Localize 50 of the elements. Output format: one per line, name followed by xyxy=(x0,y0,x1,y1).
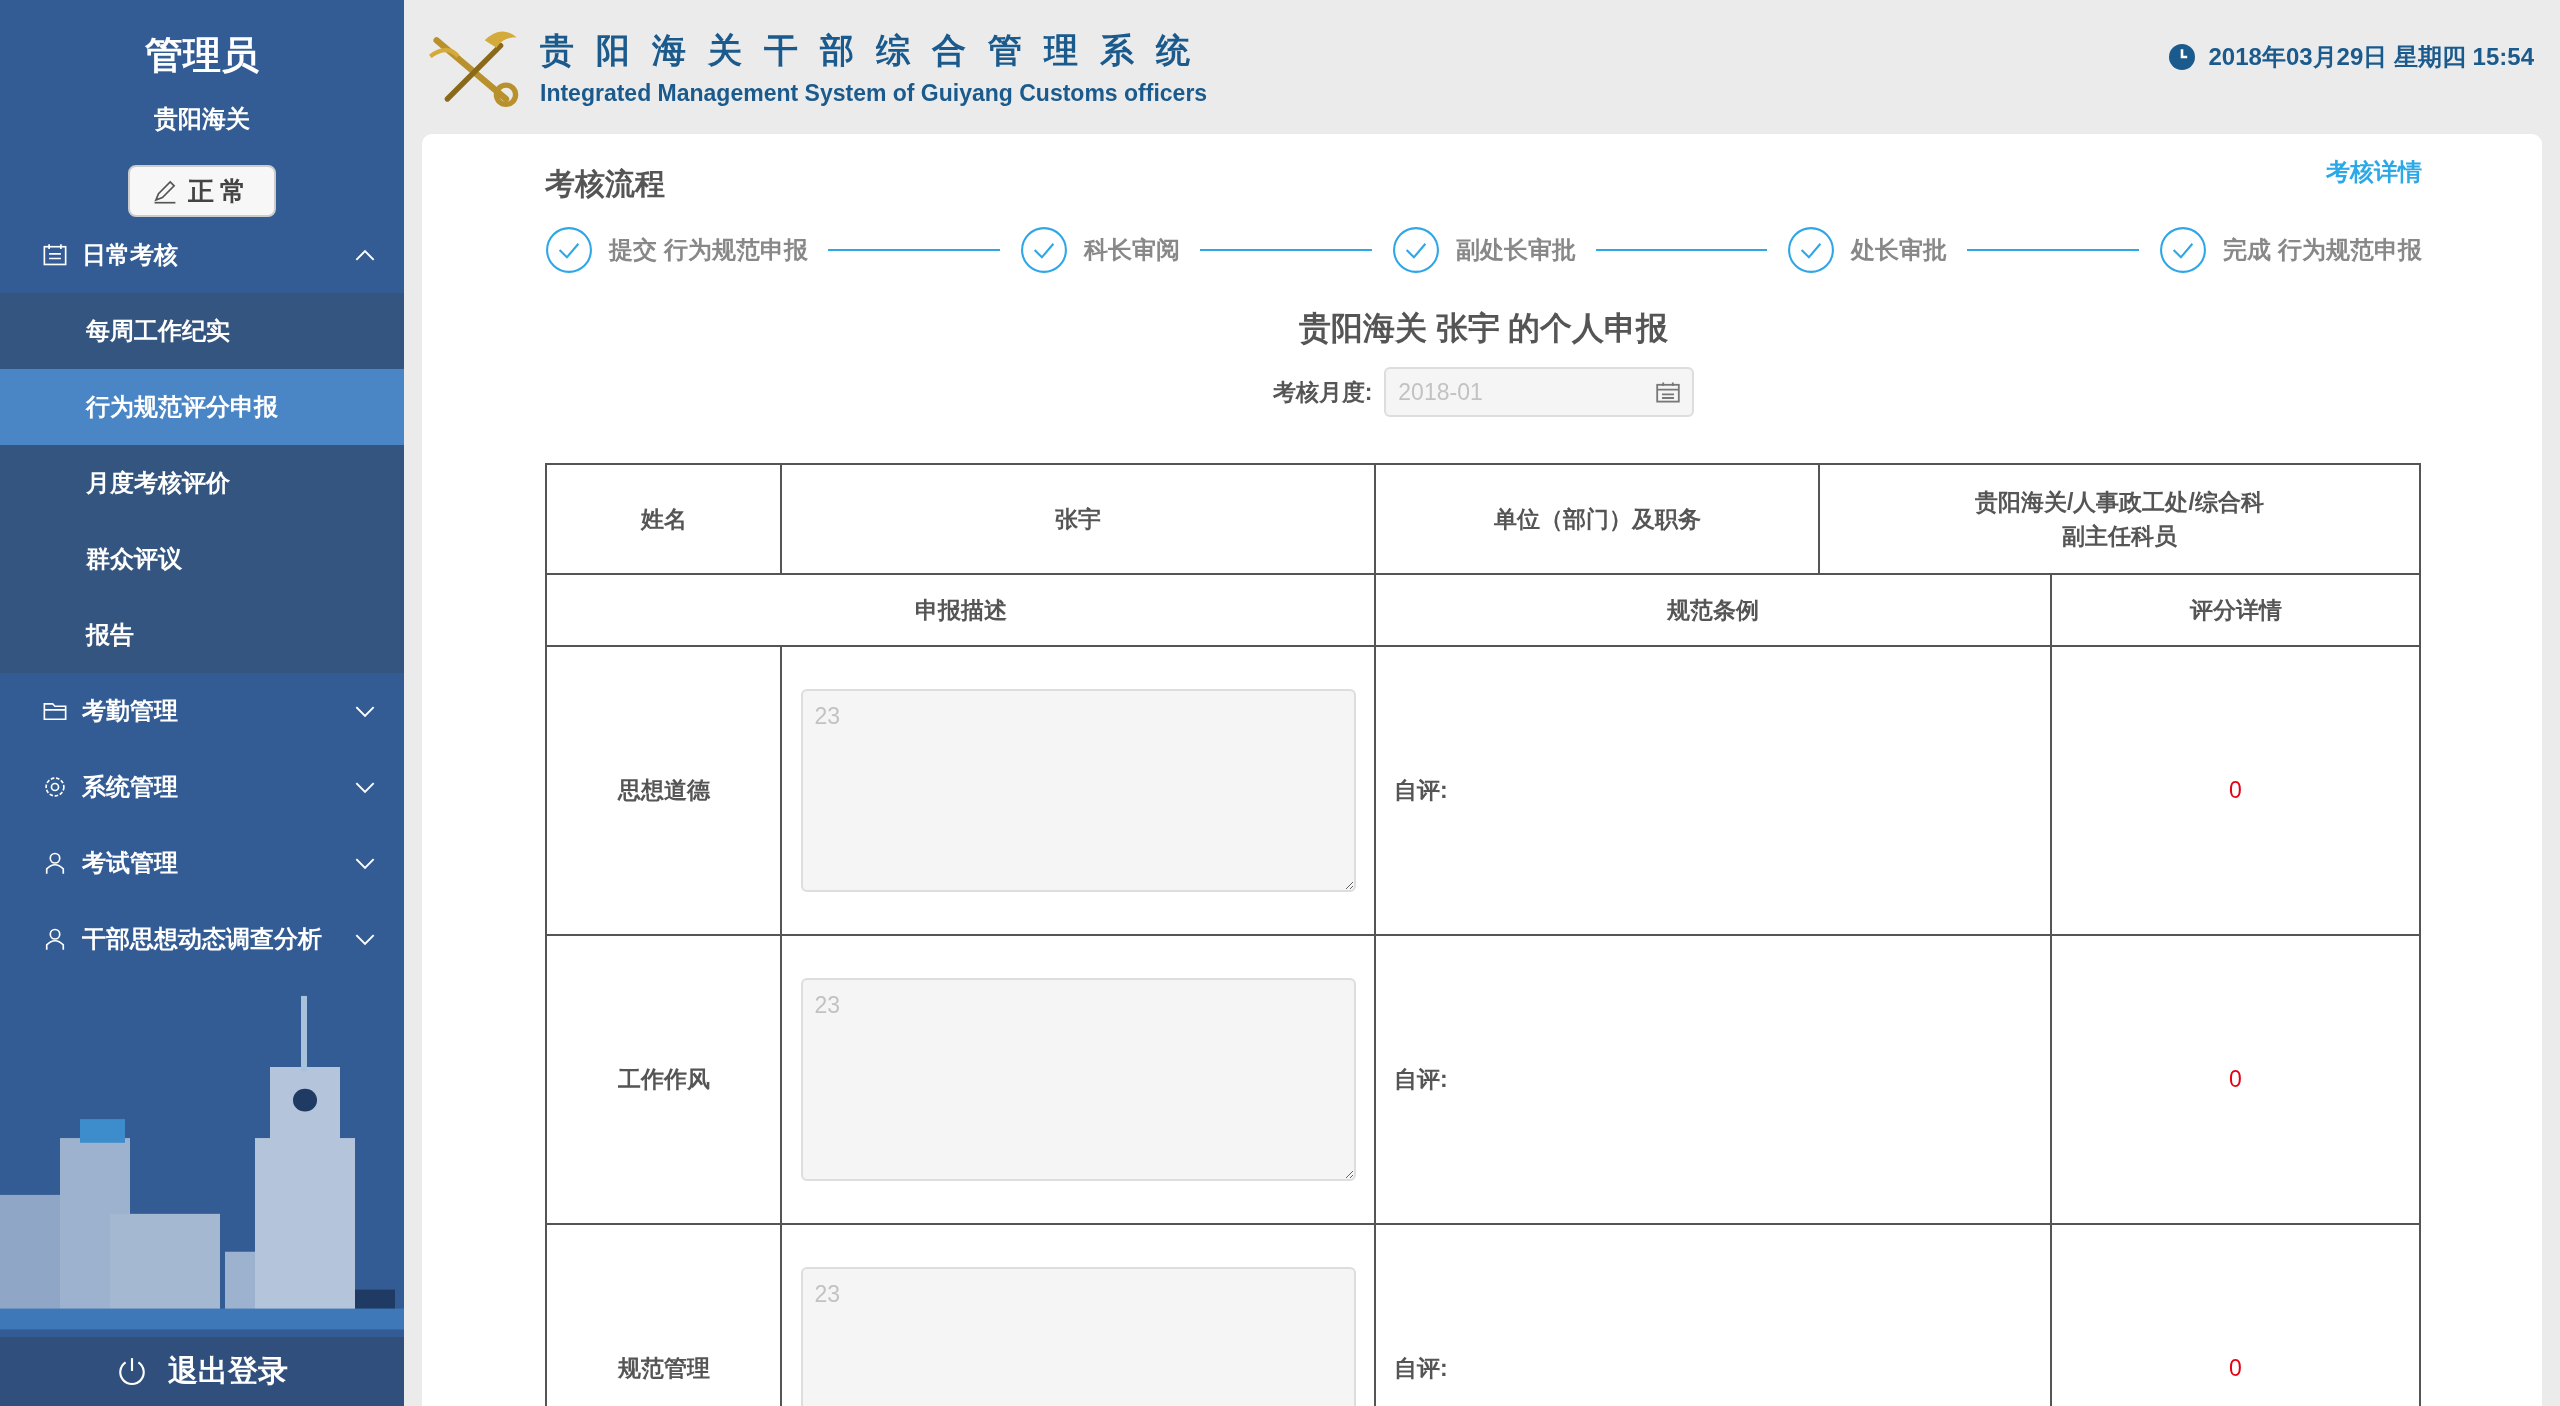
chevron-up-icon xyxy=(354,248,376,262)
user-role: 管理员 xyxy=(145,33,259,78)
pencil-icon xyxy=(152,178,178,204)
form-heading: 贵阳海关 张宇 的个人申报 xyxy=(1297,309,1670,348)
status-button[interactable]: 正常 xyxy=(128,165,276,217)
clock-icon xyxy=(2168,44,2195,70)
column-header: 评分详情 xyxy=(2051,574,2420,646)
table-cell: 自评: xyxy=(1375,935,2051,1224)
table-cell: 规范管理 xyxy=(546,1224,781,1406)
system-subtitle: Integrated Management System of Guiyang Customs officers xyxy=(540,79,1209,107)
month-label: 考核月度: xyxy=(1272,377,1373,407)
organization-name: 贵阳海关 xyxy=(154,104,250,134)
date-time: 2018年03月29日 星期四 15:54 xyxy=(2208,42,2534,72)
table-cell: 自评: xyxy=(1375,646,2051,935)
step-label: 提交 行为规范申报 xyxy=(609,235,808,265)
menu-group[interactable]: 日常考核 xyxy=(0,217,404,293)
chevron-down-icon xyxy=(354,704,376,718)
menu-item[interactable]: 每周工作纪实 xyxy=(0,293,404,369)
table-cell: 思想道德 xyxy=(546,646,781,935)
column-header: 规范条例 xyxy=(1375,574,2051,646)
system-title: 贵阳海关干部综合管理系统 xyxy=(540,29,1213,71)
chevron-down-icon xyxy=(354,856,376,870)
chevron-down-icon xyxy=(354,780,376,794)
settings-icon xyxy=(42,774,68,800)
section-title: 考核流程 xyxy=(545,166,665,202)
logout-button[interactable]: 退出登录 xyxy=(0,1337,404,1406)
menu-item[interactable]: 群众评议 xyxy=(0,521,404,597)
score-value: 0 xyxy=(2051,935,2420,1224)
menu-group[interactable]: 系统管理 xyxy=(0,749,404,825)
table-cell: 张宇 xyxy=(781,464,1375,574)
table-cell: 姓名 xyxy=(546,464,781,574)
step-label: 科长审阅 xyxy=(1083,235,1180,265)
menu-group[interactable]: 考试管理 xyxy=(0,825,404,901)
score-value: 0 xyxy=(2051,646,2420,935)
menu-group[interactable]: 考勤管理 xyxy=(0,673,404,749)
table-cell: 工作作风 xyxy=(546,935,781,1224)
chevron-down-icon xyxy=(354,932,376,946)
menu-item[interactable]: 行为规范评分申报 xyxy=(0,369,404,445)
step-label: 处长审批 xyxy=(1851,235,1948,265)
menu-item[interactable]: 月度考核评价 xyxy=(0,445,404,521)
calendar-icon xyxy=(1656,381,1681,403)
table-cell: 单位（部门）及职务 xyxy=(1375,464,1819,574)
column-header: 申报描述 xyxy=(546,574,1375,646)
power-icon xyxy=(116,1355,148,1388)
step-label: 完成 行为规范申报 xyxy=(2223,235,2423,265)
calendar-icon xyxy=(42,242,68,268)
step-label: 副处长审批 xyxy=(1455,235,1576,265)
menu-item[interactable]: 报告 xyxy=(0,597,404,673)
menu-group[interactable]: 干部思想动态调查分析 xyxy=(0,901,404,977)
table-cell: 贵阳海关/人事政工处/综合科 副主任科员 xyxy=(1819,464,2420,574)
